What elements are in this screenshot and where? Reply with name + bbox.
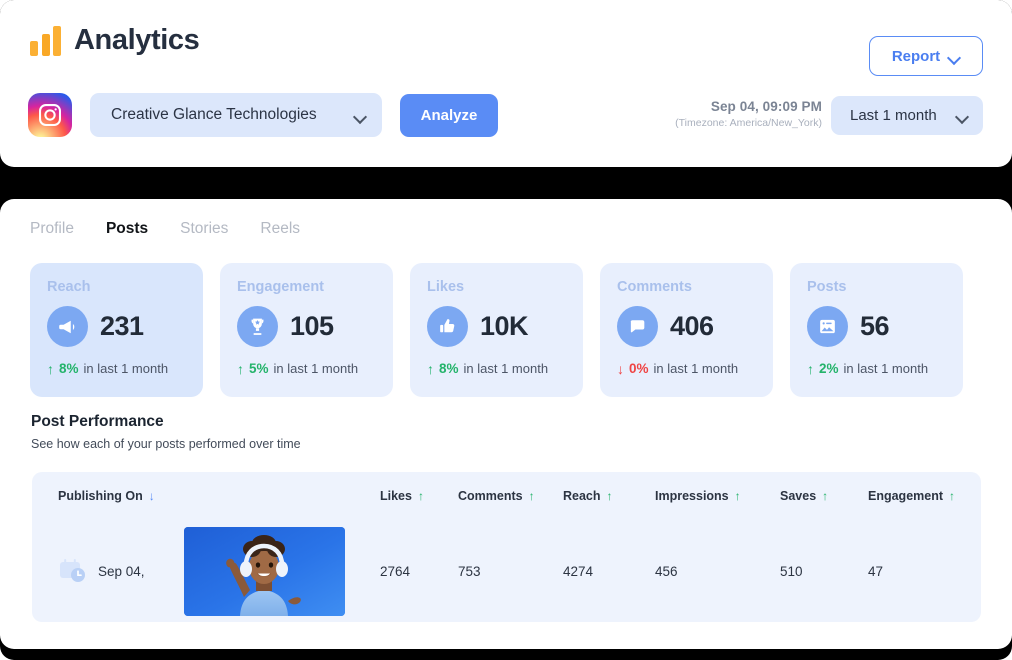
stat-card-percent: 8% (439, 361, 459, 376)
report-button-label: Report (891, 47, 941, 65)
table-header-row: Publishing On ↓ Likes ↑ Comments ↑ Reach… (32, 472, 981, 520)
stat-card-engagement[interactable]: Engagement 105 ↑ 5% in last 1 month (220, 263, 393, 397)
sort-desc-icon: ↓ (148, 489, 155, 503)
tab-reels[interactable]: Reels (260, 220, 300, 238)
account-controls: Creative Glance Technologies Analyze (28, 93, 498, 137)
cell-publishing-on: Sep 04, (32, 557, 184, 585)
tab-profile[interactable]: Profile (30, 220, 74, 238)
table-row[interactable]: Sep 04, 2764 753 4274 456 510 47 (32, 520, 981, 622)
tab-stories[interactable]: Stories (180, 220, 228, 238)
cell-likes: 2764 (380, 563, 411, 579)
app-root: Analytics Creative Glance Technologies A… (0, 0, 1012, 660)
comment-bubble-icon (617, 306, 658, 347)
cell-engagement: 47 (868, 563, 884, 579)
column-header-label: Saves (780, 489, 817, 503)
header-card: Analytics Creative Glance Technologies A… (0, 0, 1012, 167)
column-header-label: Comments (458, 489, 523, 503)
stat-card-percent: 8% (59, 361, 79, 376)
trend-up-icon: ↑ (807, 360, 814, 377)
stat-card-percent: 2% (819, 361, 839, 376)
report-button[interactable]: Report (869, 36, 983, 76)
column-header-label: Likes (380, 489, 412, 503)
stat-card-reach[interactable]: Reach 231 ↑ 8% in last 1 month (30, 263, 203, 397)
stat-card-period: in last 1 month (463, 361, 549, 376)
cell-thumbnail[interactable] (184, 526, 380, 616)
date-range-value: Last 1 month (850, 107, 937, 124)
date-range-select[interactable]: Last 1 month (831, 96, 983, 135)
cell-saves: 510 (780, 563, 803, 579)
instagram-icon[interactable] (28, 93, 72, 137)
stat-card-list: Reach 231 ↑ 8% in last 1 month Engagemen… (30, 263, 963, 397)
cell-impressions: 456 (655, 563, 678, 579)
column-header-publishing-on[interactable]: Publishing On ↓ (32, 489, 184, 503)
tab-posts[interactable]: Posts (106, 220, 148, 238)
sort-asc-icon: ↑ (734, 489, 741, 503)
brand: Analytics (30, 24, 200, 57)
timestamp-block: Sep 04, 09:09 PM (Timezone: America/New_… (675, 99, 822, 129)
sort-asc-icon: ↑ (949, 489, 956, 503)
bar-chart-icon (30, 25, 61, 56)
chevron-down-icon (957, 112, 968, 119)
timezone-note: (Timezone: America/New_York) (675, 117, 822, 129)
analyze-button[interactable]: Analyze (400, 93, 498, 137)
cell-comments: 753 (458, 563, 481, 579)
page-title: Analytics (74, 24, 200, 56)
megaphone-icon (47, 306, 88, 347)
stat-card-percent: 5% (249, 361, 269, 376)
stat-card-label: Reach (47, 279, 91, 295)
column-header-reach[interactable]: Reach ↑ (563, 489, 655, 503)
column-header-label: Reach (563, 489, 601, 503)
trend-up-icon: ↑ (427, 360, 434, 377)
section-subtitle: See how each of your posts performed ove… (31, 437, 301, 451)
trend-up-icon: ↑ (237, 360, 244, 377)
stat-card-posts[interactable]: Posts 56 ↑ 2% in last 1 month (790, 263, 963, 397)
sort-asc-icon: ↑ (528, 489, 535, 503)
stat-card-value: 406 (670, 311, 714, 341)
stat-card-comments[interactable]: Comments 406 ↓ 0% in last 1 month (600, 263, 773, 397)
stat-card-value: 231 (100, 311, 144, 341)
timestamp: Sep 04, 09:09 PM (710, 99, 822, 114)
column-header-label: Impressions (655, 489, 729, 503)
tab-bar: Profile Posts Stories Reels (30, 220, 300, 238)
stat-card-percent: 0% (629, 361, 649, 376)
stat-card-period: in last 1 month (83, 361, 169, 376)
stat-card-value: 105 (290, 311, 334, 341)
stat-card-label: Engagement (237, 279, 325, 295)
image-card-icon (807, 306, 848, 347)
stat-card-period: in last 1 month (843, 361, 929, 376)
stat-card-period: in last 1 month (273, 361, 359, 376)
stat-card-label: Posts (807, 279, 847, 295)
trend-down-icon: ↓ (617, 360, 624, 377)
cell-reach: 4274 (563, 563, 594, 579)
column-header-label: Engagement (868, 489, 944, 503)
chevron-down-icon (355, 112, 366, 119)
chevron-down-icon (949, 53, 960, 60)
cell-date-text: Sep 04, (98, 563, 145, 579)
column-header-likes[interactable]: Likes ↑ (380, 489, 458, 503)
calendar-clock-icon (58, 557, 88, 585)
column-header-impressions[interactable]: Impressions ↑ (655, 489, 780, 503)
sort-asc-icon: ↑ (606, 489, 613, 503)
section-title: Post Performance (31, 413, 164, 430)
column-header-engagement[interactable]: Engagement ↑ (868, 489, 978, 503)
stat-card-value: 56 (860, 311, 890, 341)
account-select-value: Creative Glance Technologies (111, 106, 317, 123)
sort-asc-icon: ↑ (417, 489, 424, 503)
column-header-comments[interactable]: Comments ↑ (458, 489, 563, 503)
stat-card-value: 10K (480, 311, 529, 341)
column-header-saves[interactable]: Saves ↑ (780, 489, 868, 503)
content-card: Profile Posts Stories Reels Reach 231 ↑ … (0, 199, 1012, 649)
post-performance-table: Publishing On ↓ Likes ↑ Comments ↑ Reach… (32, 472, 981, 622)
account-select[interactable]: Creative Glance Technologies (90, 93, 382, 137)
trophy-icon (237, 306, 278, 347)
stat-card-label: Likes (427, 279, 465, 295)
column-header-label: Publishing On (58, 489, 143, 503)
sort-asc-icon: ↑ (822, 489, 829, 503)
thumbs-up-icon (427, 306, 468, 347)
stat-card-label: Comments (617, 279, 692, 295)
stat-card-period: in last 1 month (653, 361, 739, 376)
post-thumbnail[interactable] (184, 526, 345, 616)
stat-card-likes[interactable]: Likes 10K ↑ 8% in last 1 month (410, 263, 583, 397)
trend-up-icon: ↑ (47, 360, 54, 377)
